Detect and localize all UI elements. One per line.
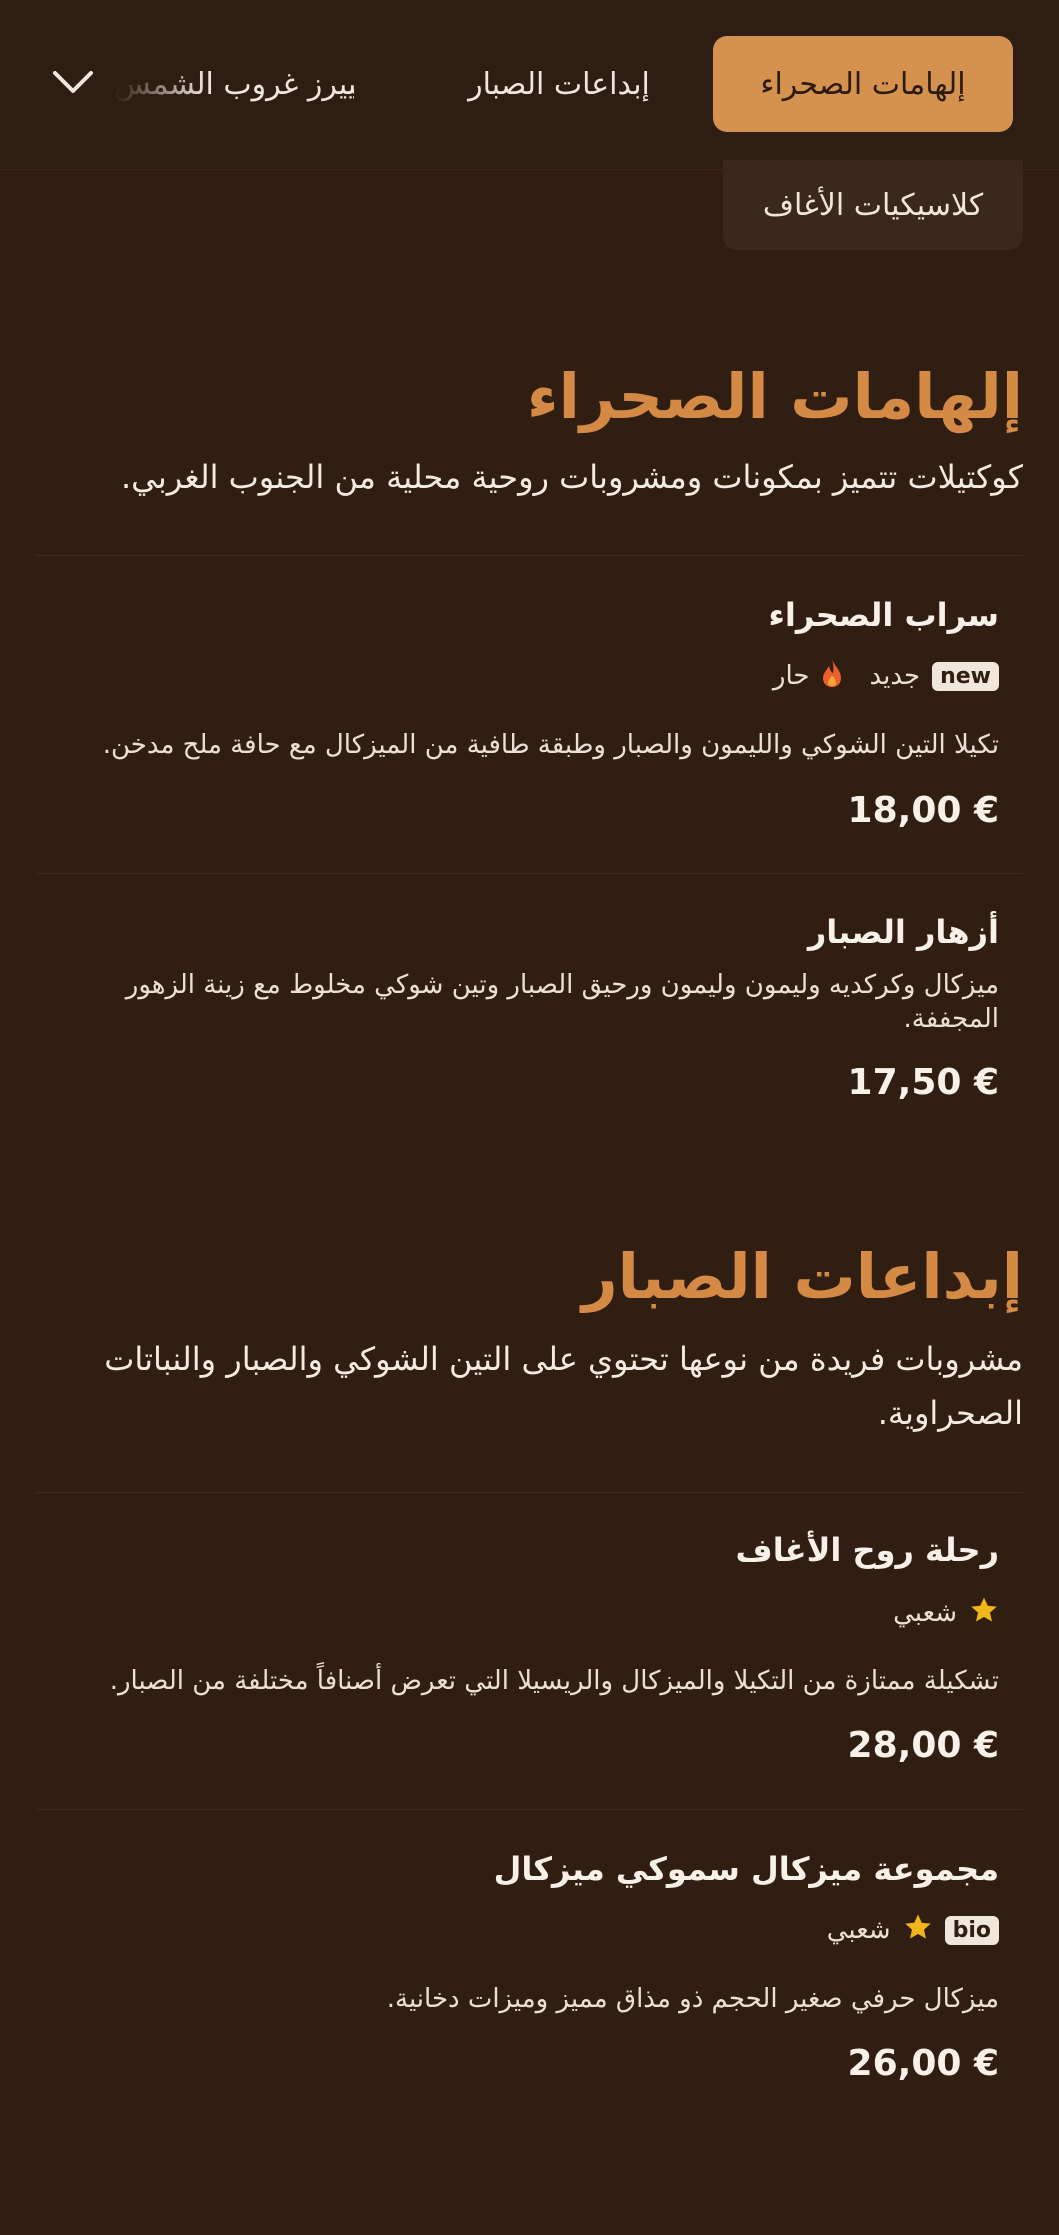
divider	[36, 1492, 1023, 1493]
chevron-down-icon[interactable]	[48, 58, 98, 108]
tab-cactus-creations[interactable]: إبداعات الصبار	[439, 36, 679, 132]
item-price: 26,00 €	[847, 2043, 999, 2084]
section-title: إبداعات الصبار	[581, 1240, 1023, 1313]
divider	[36, 1809, 1023, 1810]
item-description: تشكيلة ممتازة من التكيلا والميزكال والري…	[109, 1666, 999, 1696]
item-description: ميزكال وكركديه وليمون وليمون ورحيق الصبا…	[125, 970, 999, 1034]
item-price: 18,00 €	[847, 790, 999, 831]
category-nav: إلهامات الصحراء إبداعات الصبار سييرز غرو…	[0, 0, 1059, 170]
item-name[interactable]: أزهار الصبار	[808, 913, 999, 951]
new-badge: new	[932, 661, 999, 691]
item-tags: bio شعبي	[827, 1910, 999, 1950]
tag-label: جديد	[869, 661, 921, 691]
item-description: تكيلا التين الشوكي والليمون والصبار وطبق…	[102, 730, 999, 760]
section-description: كوكتيلات تتميز بمكونات ومشروبات روحية مح…	[121, 458, 1023, 496]
item-description: ميزكال حرفي صغير الحجم ذو مذاق مميز وميز…	[386, 1984, 999, 2014]
star-icon	[969, 1595, 999, 1632]
fire-icon	[821, 658, 843, 695]
item-price: 17,50 €	[847, 1062, 999, 1103]
star-icon	[903, 1912, 933, 1949]
section-description: مشروبات فريدة من نوعها تحتوي على التين ا…	[104, 1340, 1023, 1432]
divider	[36, 555, 1023, 556]
tag-label: شعبي	[826, 1915, 891, 1945]
tab-desert-inspirations[interactable]: إلهامات الصحراء	[713, 36, 1013, 132]
tag-label: حار	[772, 661, 810, 691]
item-name[interactable]: مجموعة ميزكال سموكي ميزكال	[494, 1850, 999, 1888]
item-name[interactable]: رحلة روح الأغاف	[736, 1531, 999, 1569]
item-tags: شعبي	[893, 1593, 999, 1633]
item-name[interactable]: سراب الصحراء	[769, 596, 999, 634]
section-title: إلهامات الصحراء	[526, 360, 1023, 433]
divider	[36, 873, 1023, 874]
item-price: 28,00 €	[847, 1725, 999, 1766]
tab-agave-classics[interactable]: كلاسيكيات الأغاف	[723, 160, 1023, 250]
tab-sunset-sippers[interactable]: سييرز غروب الشمس	[114, 36, 354, 132]
item-tags: new جديد حار	[773, 656, 999, 696]
tag-label: شعبي	[893, 1598, 957, 1628]
bio-badge: bio	[944, 1915, 999, 1945]
